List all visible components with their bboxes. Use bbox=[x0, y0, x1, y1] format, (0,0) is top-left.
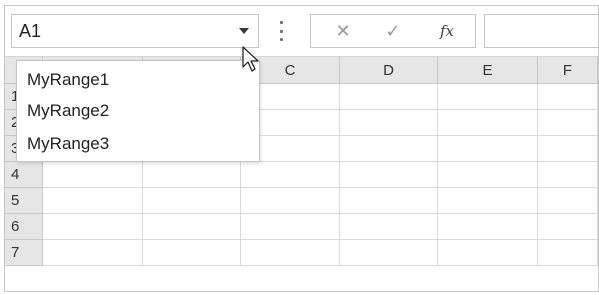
cell-a4[interactable] bbox=[43, 162, 143, 188]
cell-d2[interactable] bbox=[340, 110, 438, 136]
formula-bar-area: A1 ✕ ✓ fx bbox=[5, 6, 598, 57]
cell-f4[interactable] bbox=[538, 162, 598, 188]
cell-e7[interactable] bbox=[438, 240, 538, 266]
cell-a5[interactable] bbox=[43, 188, 143, 214]
enter-icon[interactable]: ✓ bbox=[373, 15, 413, 47]
chevron-down-icon bbox=[239, 28, 249, 34]
cell-b6[interactable] bbox=[143, 214, 241, 240]
cell-f2[interactable] bbox=[538, 110, 598, 136]
cell-b7[interactable] bbox=[143, 240, 241, 266]
column-header-d[interactable]: D bbox=[340, 57, 438, 84]
cell-e6[interactable] bbox=[438, 214, 538, 240]
cell-e2[interactable] bbox=[438, 110, 538, 136]
cell-c7[interactable] bbox=[241, 240, 340, 266]
cell-d7[interactable] bbox=[340, 240, 438, 266]
cell-e4[interactable] bbox=[438, 162, 538, 188]
column-header-e[interactable]: E bbox=[438, 57, 538, 84]
cell-e3[interactable] bbox=[438, 136, 538, 162]
cell-f3[interactable] bbox=[538, 136, 598, 162]
named-range-item[interactable]: MyRange1 bbox=[27, 70, 109, 90]
cell-f5[interactable] bbox=[538, 188, 598, 214]
cell-a6[interactable] bbox=[43, 214, 143, 240]
row-header-6[interactable]: 6 bbox=[5, 214, 43, 240]
column-header-f[interactable]: F bbox=[538, 57, 598, 84]
cell-b5[interactable] bbox=[143, 188, 241, 214]
cancel-icon[interactable]: ✕ bbox=[323, 15, 363, 47]
cell-e1[interactable] bbox=[438, 84, 538, 110]
name-box[interactable]: A1 bbox=[11, 14, 259, 48]
cell-d6[interactable] bbox=[340, 214, 438, 240]
cell-c5[interactable] bbox=[241, 188, 340, 214]
row-header-5[interactable]: 5 bbox=[5, 188, 43, 214]
more-options-icon[interactable] bbox=[278, 21, 284, 41]
cell-a7[interactable] bbox=[43, 240, 143, 266]
cell-b4[interactable] bbox=[143, 162, 241, 188]
cell-f1[interactable] bbox=[538, 84, 598, 110]
row-header-7[interactable]: 7 bbox=[5, 240, 43, 266]
cell-c6[interactable] bbox=[241, 214, 340, 240]
insert-function-icon[interactable]: fx bbox=[427, 15, 467, 47]
cell-d3[interactable] bbox=[340, 136, 438, 162]
name-box-value[interactable]: A1 bbox=[19, 21, 41, 42]
cell-f6[interactable] bbox=[538, 214, 598, 240]
named-ranges-dropdown: MyRange1 MyRange2 MyRange3 bbox=[16, 60, 260, 162]
cell-d1[interactable] bbox=[340, 84, 438, 110]
named-range-item[interactable]: MyRange2 bbox=[27, 101, 109, 121]
mouse-pointer-icon bbox=[242, 46, 259, 72]
formula-input[interactable] bbox=[484, 14, 598, 48]
name-box-dropdown-button[interactable] bbox=[232, 17, 256, 45]
cell-c4[interactable] bbox=[241, 162, 340, 188]
cell-d5[interactable] bbox=[340, 188, 438, 214]
row-header-4[interactable]: 4 bbox=[5, 162, 43, 188]
named-range-item[interactable]: MyRange3 bbox=[27, 134, 109, 154]
cell-f7[interactable] bbox=[538, 240, 598, 266]
cell-d4[interactable] bbox=[340, 162, 438, 188]
cell-e5[interactable] bbox=[438, 188, 538, 214]
formula-buttons: ✕ ✓ fx bbox=[310, 14, 476, 48]
excel-window: A1 ✕ ✓ fx ABCDEF1234567 MyRange1MyRange2… bbox=[4, 5, 599, 292]
